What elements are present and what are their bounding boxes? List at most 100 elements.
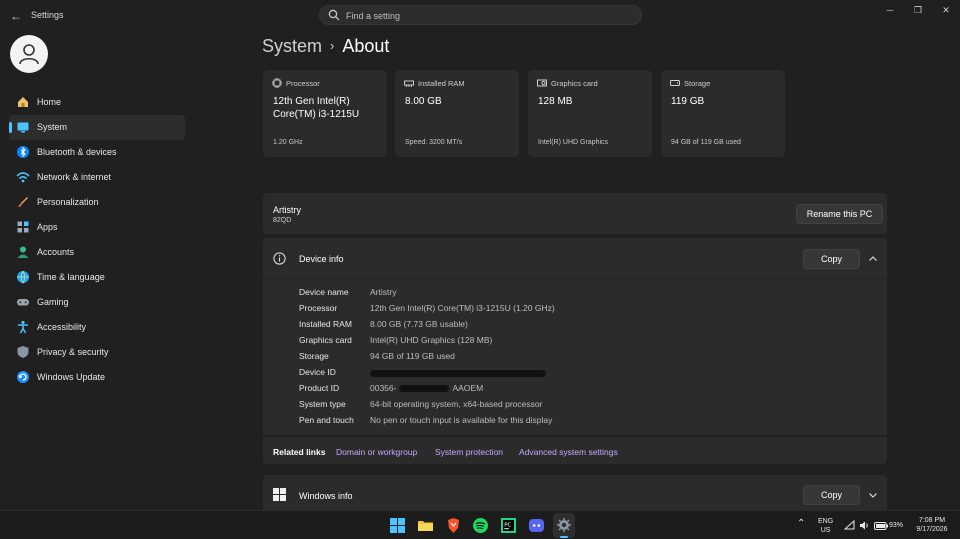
domain-workgroup-link[interactable]: Domain or workgroup <box>336 447 417 457</box>
maximize-icon[interactable]: ❐ <box>911 4 925 16</box>
pycharm-icon[interactable]: PC <box>500 517 517 534</box>
spec-value: 12th Gen Intel(R) Core(TM) i3-1215U <box>273 96 360 120</box>
device-info-key: Device name <box>299 287 349 297</box>
file-explorer-icon[interactable] <box>417 517 434 534</box>
info-icon <box>273 252 286 265</box>
network-icon[interactable] <box>844 520 855 531</box>
volume-icon[interactable] <box>859 520 870 531</box>
sidebar-item-system[interactable]: System <box>9 115 185 140</box>
device-info-value: Intel(R) UHD Graphics (128 MB) <box>370 335 493 345</box>
home-icon <box>18 97 28 107</box>
avatar[interactable] <box>10 35 48 73</box>
device-info-value: Artistry <box>370 287 397 297</box>
user-icon <box>19 44 39 65</box>
close-icon[interactable]: ✕ <box>939 4 953 16</box>
windows-info-title: Windows info <box>299 491 353 501</box>
device-info-key: Graphics card <box>299 335 352 345</box>
pc-name: Artistry <box>273 205 301 215</box>
device-info-key: Processor <box>299 303 338 313</box>
advanced-system-settings-link[interactable]: Advanced system settings <box>519 447 618 457</box>
language-indicator[interactable]: ENG US <box>818 517 833 535</box>
pc-model: 82QD <box>273 217 292 224</box>
device-info-key: Pen and touch <box>299 415 354 425</box>
discord-icon[interactable] <box>528 517 545 534</box>
rename-pc-button[interactable]: Rename this PC <box>796 204 883 224</box>
sidebar-item-accessibility[interactable]: Accessibility <box>9 315 185 340</box>
device-info-value: No pen or touch input is available for t… <box>370 415 553 425</box>
device-info-key: Storage <box>299 351 329 361</box>
sidebar-item-accounts[interactable]: Accounts <box>9 240 185 265</box>
sidebar-item-windows-update[interactable]: Windows Update <box>9 365 185 390</box>
device-id-redacted <box>370 368 546 378</box>
device-info-title: Device info <box>299 254 344 264</box>
device-info-key: System type <box>299 399 346 409</box>
sidebar-item-network[interactable]: Network & internet <box>9 165 185 190</box>
spec-card-storage: Storage 119 GB 94 GB of 119 GB used <box>661 70 785 157</box>
device-info-value: 94 GB of 119 GB used <box>370 351 455 361</box>
breadcrumb-separator: › <box>330 38 335 53</box>
spec-card-ram: Installed RAM 8.00 GB Speed: 3200 MT/s <box>395 70 519 157</box>
wifi-icon <box>16 172 30 183</box>
chevron-up-icon[interactable] <box>867 253 879 265</box>
globe-icon <box>17 270 29 284</box>
system-protection-link[interactable]: System protection <box>435 447 503 457</box>
product-id-value: 00356- AAOEM <box>370 383 484 393</box>
svg-text:PC: PC <box>504 523 511 529</box>
spec-footer: 94 GB of 119 GB used <box>671 139 741 146</box>
sidebar-item-time-language[interactable]: Time & language <box>9 265 185 290</box>
sidebar-item-privacy[interactable]: Privacy & security <box>9 340 185 365</box>
clock[interactable]: 7:08 PM 9/17/2026 <box>912 516 952 534</box>
search-placeholder: Find a setting <box>346 11 401 21</box>
window-title: Settings <box>31 10 64 20</box>
battery-icon[interactable] <box>874 522 888 530</box>
brush-icon <box>18 197 28 207</box>
battery-percent: 93% <box>889 522 904 529</box>
chevron-down-icon[interactable] <box>867 489 879 501</box>
spec-footer: 1.20 GHz <box>273 139 303 146</box>
spec-footer: Speed: 3200 MT/s <box>405 139 463 146</box>
copy-device-info-button[interactable]: Copy <box>803 249 860 269</box>
shield-icon <box>17 346 29 358</box>
ram-icon <box>404 80 414 87</box>
spec-card-graphics: Graphics card 128 MB Intel(R) UHD Graphi… <box>528 70 652 157</box>
sidebar-item-apps[interactable]: Apps <box>9 215 185 240</box>
copy-windows-info-button[interactable]: Copy <box>803 485 860 505</box>
device-info-key: Product ID <box>299 383 340 393</box>
sidebar-item-home[interactable]: Home <box>9 90 185 115</box>
device-info-value: 12th Gen Intel(R) Core(TM) i3-1215U (1.2… <box>370 303 555 313</box>
pc-name-card: Artistry 82QD Rename this PC <box>263 193 887 234</box>
sidebar-item-personalization[interactable]: Personalization <box>9 190 185 215</box>
sidebar-nav: Home System Bluetooth & devices Network … <box>9 90 185 390</box>
spec-value: 119 GB <box>671 96 705 107</box>
sidebar-item-gaming[interactable]: Gaming <box>9 290 185 315</box>
start-icon[interactable] <box>389 517 406 534</box>
spec-value: 8.00 GB <box>405 96 442 107</box>
device-info-header[interactable]: Device info Copy <box>263 238 887 279</box>
windows-info-card[interactable]: Windows info Copy <box>263 475 887 510</box>
back-arrow-icon[interactable]: ← <box>8 8 24 24</box>
device-info-value: 64-bit operating system, x64-based proce… <box>370 399 543 409</box>
gamepad-icon <box>17 299 29 306</box>
device-info-card: Device info Copy Device name Artistry Pr… <box>263 238 887 435</box>
minimize-icon[interactable]: ─ <box>883 4 897 16</box>
title-bar: ← Settings Find a setting ─ ❐ ✕ <box>0 0 960 32</box>
sidebar-item-bluetooth[interactable]: Bluetooth & devices <box>9 140 185 165</box>
settings-icon <box>557 518 571 532</box>
spec-card-processor: Processor 12th Gen Intel(R) Core(TM) i3-… <box>263 70 387 157</box>
settings-taskbar-active[interactable] <box>553 513 575 538</box>
update-icon <box>17 371 29 383</box>
search-input[interactable]: Find a setting <box>319 5 642 25</box>
windows-logo-icon <box>273 488 286 501</box>
device-info-value: 8.00 GB (7.73 GB usable) <box>370 319 468 329</box>
search-icon <box>328 9 340 21</box>
accounts-icon <box>17 246 29 258</box>
graphics-icon <box>537 79 547 87</box>
spotify-icon[interactable] <box>472 517 489 534</box>
device-info-key: Installed RAM <box>299 319 352 329</box>
spec-value: 128 MB <box>538 96 573 107</box>
breadcrumb-parent[interactable]: System <box>262 36 322 56</box>
device-info-key: Device ID <box>299 367 336 377</box>
brave-icon[interactable] <box>445 517 462 534</box>
related-links-bar: Related links Domain or workgroup System… <box>263 437 887 464</box>
tray-overflow-chevron-icon[interactable]: ⌃ <box>797 519 805 529</box>
